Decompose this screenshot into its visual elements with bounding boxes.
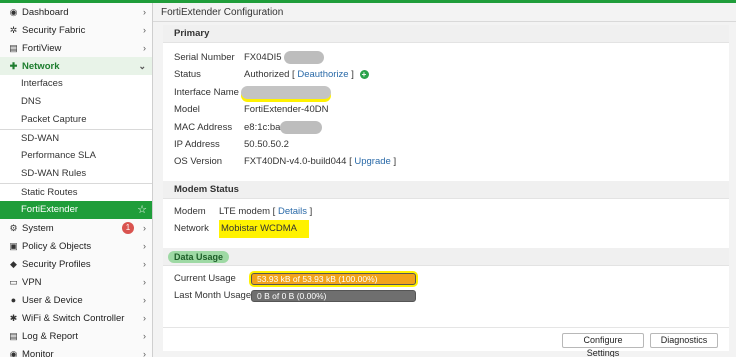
vpn-icon: ▭ [9,277,18,287]
sidebar-item-dns[interactable]: DNS [0,93,152,111]
sidebar-item-monitor[interactable]: ◉ Monitor › [0,345,152,357]
add-icon[interactable]: + [359,70,369,80]
chevron-right-icon: › [143,349,146,357]
ip-row: IP Address 50.50.50.2 [163,136,729,153]
chevron-right-icon: › [143,331,146,341]
redacted-block [241,85,331,99]
fabric-icon: ✲ [9,25,18,35]
modem-value: LTE modem [219,205,271,217]
footer-bar: Configure Settings Diagnostics [163,327,729,357]
chevron-right-icon: › [143,295,146,305]
deauthorize-link[interactable]: Deauthorize [297,69,348,80]
page-title: FortiExtender Configuration [153,3,736,22]
last-month-usage-text: 0 B of 0 B (0.00%) [257,290,327,301]
primary-section-header: Primary [163,25,729,43]
lock-icon: ◆ [10,259,17,269]
wifi-icon: ✱ [9,313,18,323]
sidebar-item-static-routes[interactable]: Static Routes [0,183,152,201]
redacted-block [284,50,325,64]
network-row: Network Mobistar WCDMA [163,220,729,238]
serial-value: FX04DI5 [244,52,282,63]
sidebar-item-vpn[interactable]: ▭ VPN › [0,273,152,291]
serial-row: Serial Number FX04DI5 [163,49,729,66]
chevron-right-icon: › [143,313,146,323]
gear-icon: ⚙ [9,223,18,233]
data-usage-pill: Data Usage [168,250,230,263]
current-usage-bar: 53.93 kB of 53.93 kB (100.00%) [251,272,416,285]
sidebar-item-security-profiles[interactable]: ◆ Security Profiles › [0,255,152,273]
sidebar: ◉ Dashboard › ✲ Security Fabric › ▤ FortiView… [0,3,153,357]
chevron-right-icon: › [143,277,146,287]
modem-row: Modem LTE modem [ Details ] [174,205,313,217]
sidebar-item-sd-wan-rules[interactable]: SD-WAN Rules [0,165,152,183]
sidebar-item-log-report[interactable]: ▤ Log & Report › [0,327,152,345]
sidebar-item-wifi-switch[interactable]: ✱ WiFi & Switch Controller › [0,309,152,327]
star-icon[interactable]: ☆ [137,201,147,219]
current-usage-text: 53.93 kB of 53.93 kB (100.00%) [257,273,378,284]
policy-icon: ▣ [9,241,18,251]
chevron-right-icon: › [143,241,146,251]
sidebar-item-sd-wan[interactable]: SD-WAN [0,129,152,147]
sidebar-item-fortiview[interactable]: ▤ FortiView › [0,39,152,57]
sidebar-item-fortiextender[interactable]: FortiExtender ☆ [0,201,152,219]
last-month-usage-bar: 0 B of 0 B (0.00%) [251,289,416,302]
config-card: Primary Serial Number FX04DI5 Status Aut… [163,25,729,327]
chevron-right-icon: › [143,223,146,233]
sidebar-item-performance-sla[interactable]: Performance SLA [0,147,152,165]
chevron-right-icon: › [143,7,146,17]
notification-badge: 1 [122,222,134,234]
network-value: Mobistar WCDMA [219,220,310,238]
status-row: Status Authorized [ Deauthorize ] + [163,66,729,83]
last-month-usage-row: Last Month Usage 0 B of 0 B (0.00%) [163,287,729,304]
model-value: FortiExtender-40DN [244,104,329,116]
sidebar-item-system[interactable]: ⚙ System 1 › [0,219,152,237]
status-value: Authorized [244,69,290,81]
sidebar-item-dashboard[interactable]: ◉ Dashboard › [0,3,152,21]
upgrade-link[interactable]: Upgrade [354,156,390,167]
sidebar-item-security-fabric[interactable]: ✲ Security Fabric › [0,21,152,39]
chevron-right-icon: › [143,43,146,53]
os-row: OS Version FXT40DN-v4.0-build044 [ Upgra… [174,156,397,168]
main-panel: FortiExtender Configuration Primary Seri… [153,3,736,357]
mac-row: MAC Address e8:1c:ba [163,119,729,136]
user-icon: ● [10,295,17,305]
chevron-down-icon: ⌄ [138,61,146,71]
chart-icon: ▤ [9,331,18,341]
plus-icon: ✚ [9,61,18,71]
mac-value: e8:1c:ba [244,121,281,133]
data-usage-section-header: Data Usage [163,247,729,266]
sidebar-item-interfaces[interactable]: Interfaces [0,75,152,93]
chevron-right-icon: › [143,25,146,35]
modem-section-header: Modem Status [163,180,729,199]
sidebar-item-packet-capture[interactable]: Packet Capture [0,111,152,129]
model-row: Model FortiExtender-40DN [163,101,729,118]
sidebar-item-user-device[interactable]: ● User & Device › [0,291,152,309]
interface-row: Interface Name [163,84,729,101]
chart-icon: ▤ [9,43,18,53]
configure-settings-button[interactable]: Configure Settings [562,333,644,357]
current-usage-row: Current Usage 53.93 kB of 53.93 kB (100.… [163,270,729,287]
chevron-right-icon: › [143,259,146,269]
os-value: FXT40DN-v4.0-build044 [244,156,347,168]
ip-value[interactable]: 50.50.50.2 [244,136,289,153]
diagnostics-button[interactable]: Diagnostics [650,333,718,348]
sidebar-item-policy-objects[interactable]: ▣ Policy & Objects › [0,237,152,255]
sidebar-item-network[interactable]: ✚ Network ⌄ [0,57,152,75]
details-link[interactable]: Details [278,206,307,217]
monitor-icon: ◉ [9,349,18,357]
gauge-icon: ◉ [9,7,18,17]
redacted-block [280,120,323,134]
